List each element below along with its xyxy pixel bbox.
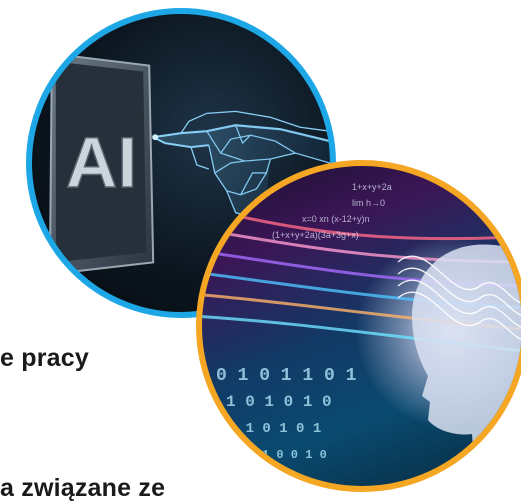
svg-text:1 0 0 1 0: 1 0 0 1 0 xyxy=(262,448,327,462)
svg-text:1 0 1 0 1 0: 1 0 1 0 1 0 xyxy=(226,393,332,411)
ai-label: AI xyxy=(66,123,138,203)
svg-text:0 1 1 0 1 0 1: 0 1 1 0 1 0 1 xyxy=(212,421,321,437)
fingertip-point xyxy=(152,134,159,141)
svg-text:lim h→0: lim h→0 xyxy=(352,198,385,208)
partial-heading-line-1: e pracy xyxy=(0,344,89,372)
svg-text:0 1 0 1 1 0 1: 0 1 0 1 1 0 1 xyxy=(216,366,357,386)
svg-text:1+x+y+2a: 1+x+y+2a xyxy=(352,182,392,192)
svg-text:x=0 xn (x-12+y)n: x=0 xn (x-12+y)n xyxy=(302,214,370,224)
head-silhouette xyxy=(412,244,521,466)
digital-head-image: 0 1 0 1 1 0 1 1 0 1 0 1 0 0 1 1 0 1 0 1 … xyxy=(196,160,521,492)
formula-decoration: 1+x+y+2a lim h→0 x=0 xn (x-12+y)n (1+x+y… xyxy=(272,182,392,240)
svg-text:(1+x+y+2a)(3a+3g+x): (1+x+y+2a)(3a+3g+x) xyxy=(272,230,359,240)
binary-digits: 0 1 0 1 1 0 1 1 0 1 0 1 0 0 1 1 0 1 0 1 … xyxy=(212,366,357,462)
digital-head-illustration: 0 1 0 1 1 0 1 1 0 1 0 1 0 0 1 1 0 1 0 1 … xyxy=(202,182,521,466)
